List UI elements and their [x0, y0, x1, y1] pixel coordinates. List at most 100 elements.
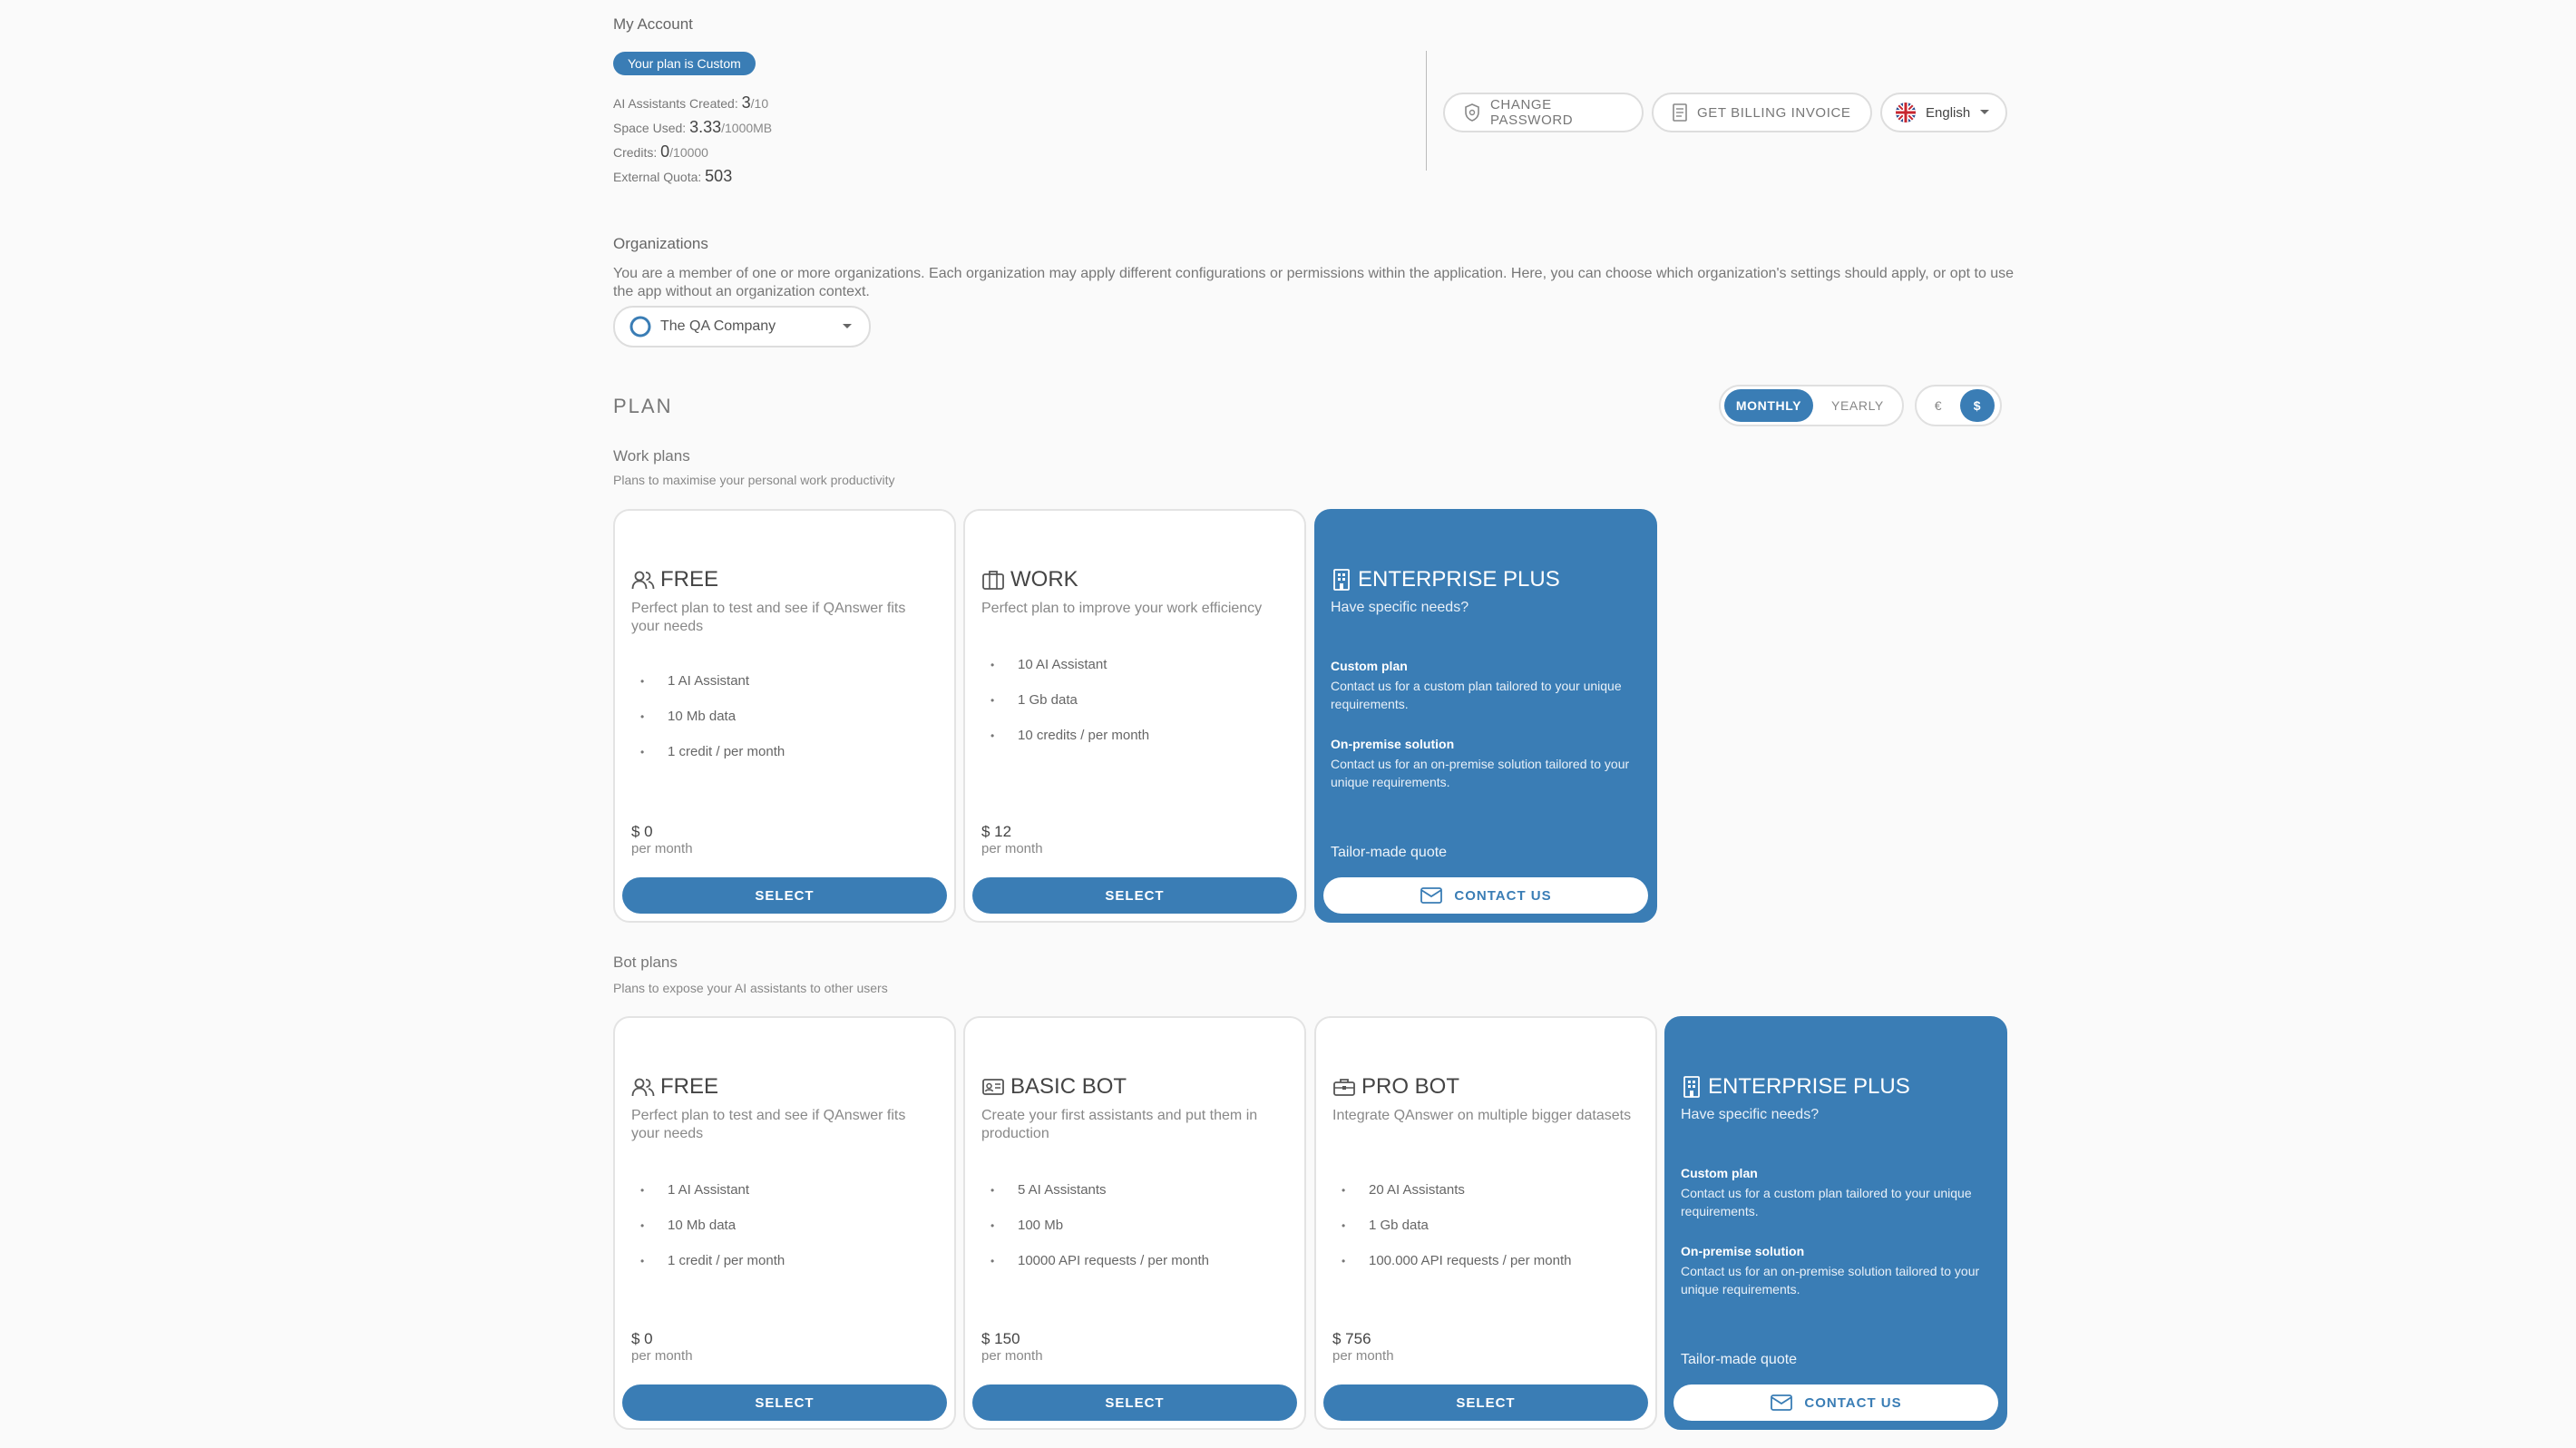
contact-us-button[interactable]: CONTACT US — [1673, 1384, 1998, 1421]
account-stats: AI Assistants Created: 3/10 Space Used: … — [613, 91, 772, 189]
select-plan-button[interactable]: SELECT — [1323, 1384, 1648, 1421]
billing-yearly-option[interactable]: YEARLY — [1817, 389, 1898, 422]
plan-title: PRO BOT — [1361, 1074, 1460, 1099]
plan-description: Integrate QAnswer on multiple bigger dat… — [1332, 1108, 1632, 1123]
on-premise-text: Contact us for an on-premise solution ta… — [1331, 757, 1630, 789]
users-icon — [631, 571, 655, 590]
custom-plan-text: Contact us for a custom plan tailored to… — [1681, 1186, 1972, 1218]
stat-space: Space Used: 3.33/1000MB — [613, 118, 773, 136]
caret-down-icon — [1980, 110, 1990, 114]
feature-item: 5 AI Assistants — [981, 1172, 1209, 1208]
stat-assistants: AI Assistants Created: 3/10 — [613, 93, 769, 112]
plan-status-badge: Your plan is Custom — [613, 52, 756, 75]
plan-features: 10 AI Assistant 1 Gb data 10 credits / p… — [981, 647, 1149, 753]
enterprise-needs: Have specific needs? — [1331, 600, 1469, 615]
plan-period: per month — [1332, 1348, 1394, 1364]
plan-period: per month — [631, 1348, 693, 1364]
plan-card-pro-bot: PRO BOT Integrate QAnswer on multiple bi… — [1314, 1016, 1657, 1430]
organization-select[interactable]: The QA Company — [613, 306, 871, 347]
select-plan-button[interactable]: SELECT — [972, 877, 1297, 914]
feature-item: 1 credit / per month — [631, 1243, 785, 1278]
plan-description: Perfect plan to test and see if QAnswer … — [631, 1108, 906, 1141]
plan-description: Create your first assistants and put the… — [981, 1108, 1258, 1141]
custom-plan-text: Contact us for a custom plan tailored to… — [1331, 679, 1622, 711]
feature-item: 1 AI Assistant — [631, 663, 785, 699]
feature-item: 10 credits / per month — [981, 718, 1149, 753]
change-password-button[interactable]: CHANGE PASSWORD — [1443, 93, 1644, 132]
work-plans-subtitle: Plans to maximise your personal work pro… — [613, 473, 895, 487]
billing-invoice-button[interactable]: GET BILLING INVOICE — [1652, 93, 1872, 132]
plan-features: 1 AI Assistant 10 Mb data 1 credit / per… — [631, 663, 785, 769]
select-plan-button[interactable]: SELECT — [622, 1384, 947, 1421]
divider — [1426, 51, 1427, 171]
uk-flag-icon — [1896, 103, 1916, 122]
plan-period: per month — [631, 841, 693, 856]
currency-dollar-option[interactable]: $ — [1960, 389, 1995, 422]
feature-item: 1 AI Assistant — [631, 1172, 785, 1208]
plan-card-work-free: FREE Perfect plan to test and see if QAn… — [613, 509, 956, 923]
plan-heading: PLAN — [613, 395, 673, 417]
plan-title: FREE — [660, 567, 719, 592]
feature-item: 1 credit / per month — [631, 734, 785, 769]
feature-item: 20 AI Assistants — [1332, 1172, 1571, 1208]
on-premise-title: On-premise solution — [1681, 1244, 1805, 1258]
plan-price: $ 0 — [631, 823, 653, 840]
plan-title: WORK — [1010, 567, 1078, 592]
tailor-made-quote: Tailor-made quote — [1331, 845, 1448, 860]
organization-ring-icon — [629, 316, 651, 338]
plan-period: per month — [981, 841, 1043, 856]
plan-price: $ 0 — [631, 1330, 653, 1347]
briefcase-icon — [982, 571, 1004, 590]
caret-down-icon — [843, 324, 852, 328]
on-premise-title: On-premise solution — [1331, 737, 1455, 751]
toolbox-icon — [1333, 1079, 1355, 1096]
currency-toggle: € $ — [1915, 385, 2002, 426]
stat-external-quota: External Quota: 503 — [613, 167, 733, 185]
select-plan-button[interactable]: SELECT — [972, 1384, 1297, 1421]
building-icon — [1683, 1076, 1700, 1098]
feature-item: 10 Mb data — [631, 699, 785, 734]
bot-plans-subtitle: Plans to expose your AI assistants to ot… — [613, 981, 888, 995]
stat-credits: Credits: 0/10000 — [613, 142, 708, 161]
bot-plans-title: Bot plans — [613, 954, 678, 971]
plan-features: 5 AI Assistants 100 Mb 10000 API request… — [981, 1172, 1209, 1278]
plan-card-bot-enterprise: ENTERPRISE PLUS Have specific needs? Cus… — [1664, 1016, 2007, 1430]
building-icon — [1333, 569, 1350, 591]
language-select[interactable]: English — [1880, 93, 2007, 132]
enterprise-needs: Have specific needs? — [1681, 1107, 1820, 1122]
feature-item: 1 Gb data — [1332, 1208, 1571, 1243]
account-title: My Account — [613, 15, 693, 33]
id-card-icon — [982, 1079, 1004, 1095]
custom-plan-title: Custom plan — [1681, 1166, 1758, 1180]
contact-us-button[interactable]: CONTACT US — [1323, 877, 1648, 914]
document-icon — [1673, 103, 1687, 122]
plan-price: $ 756 — [1332, 1330, 1371, 1347]
envelope-icon — [1771, 1394, 1793, 1411]
plan-title: ENTERPRISE PLUS — [1708, 1074, 1910, 1099]
organizations-title: Organizations — [613, 235, 708, 252]
shield-icon — [1465, 103, 1479, 122]
select-plan-button[interactable]: SELECT — [622, 877, 947, 914]
plan-features: 20 AI Assistants 1 Gb data 100.000 API r… — [1332, 1172, 1571, 1278]
feature-item: 1 Gb data — [981, 682, 1149, 718]
envelope-icon — [1420, 887, 1443, 904]
tailor-made-quote: Tailor-made quote — [1681, 1352, 1798, 1367]
plan-features: 1 AI Assistant 10 Mb data 1 credit / per… — [631, 1172, 785, 1278]
feature-item: 100 Mb — [981, 1208, 1209, 1243]
currency-euro-option[interactable]: € — [1920, 389, 1956, 422]
feature-item: 10000 API requests / per month — [981, 1243, 1209, 1278]
feature-item: 100.000 API requests / per month — [1332, 1243, 1571, 1278]
plan-description: Perfect plan to improve your work effici… — [981, 601, 1263, 616]
plan-period: per month — [981, 1348, 1043, 1364]
users-icon — [631, 1078, 655, 1097]
work-plans-title: Work plans — [613, 447, 690, 465]
feature-item: 10 AI Assistant — [981, 647, 1149, 682]
plan-card-work-enterprise: ENTERPRISE PLUS Have specific needs? Cus… — [1314, 509, 1657, 923]
plan-title: FREE — [660, 1074, 719, 1099]
billing-period-toggle: MONTHLY YEARLY — [1719, 385, 1904, 426]
organizations-description: You are a member of one or more organiza… — [613, 266, 2015, 299]
billing-monthly-option[interactable]: MONTHLY — [1724, 389, 1813, 422]
plan-title: ENTERPRISE PLUS — [1358, 567, 1560, 592]
plan-card-bot-free: FREE Perfect plan to test and see if QAn… — [613, 1016, 956, 1430]
plan-description: Perfect plan to test and see if QAnswer … — [631, 601, 906, 634]
